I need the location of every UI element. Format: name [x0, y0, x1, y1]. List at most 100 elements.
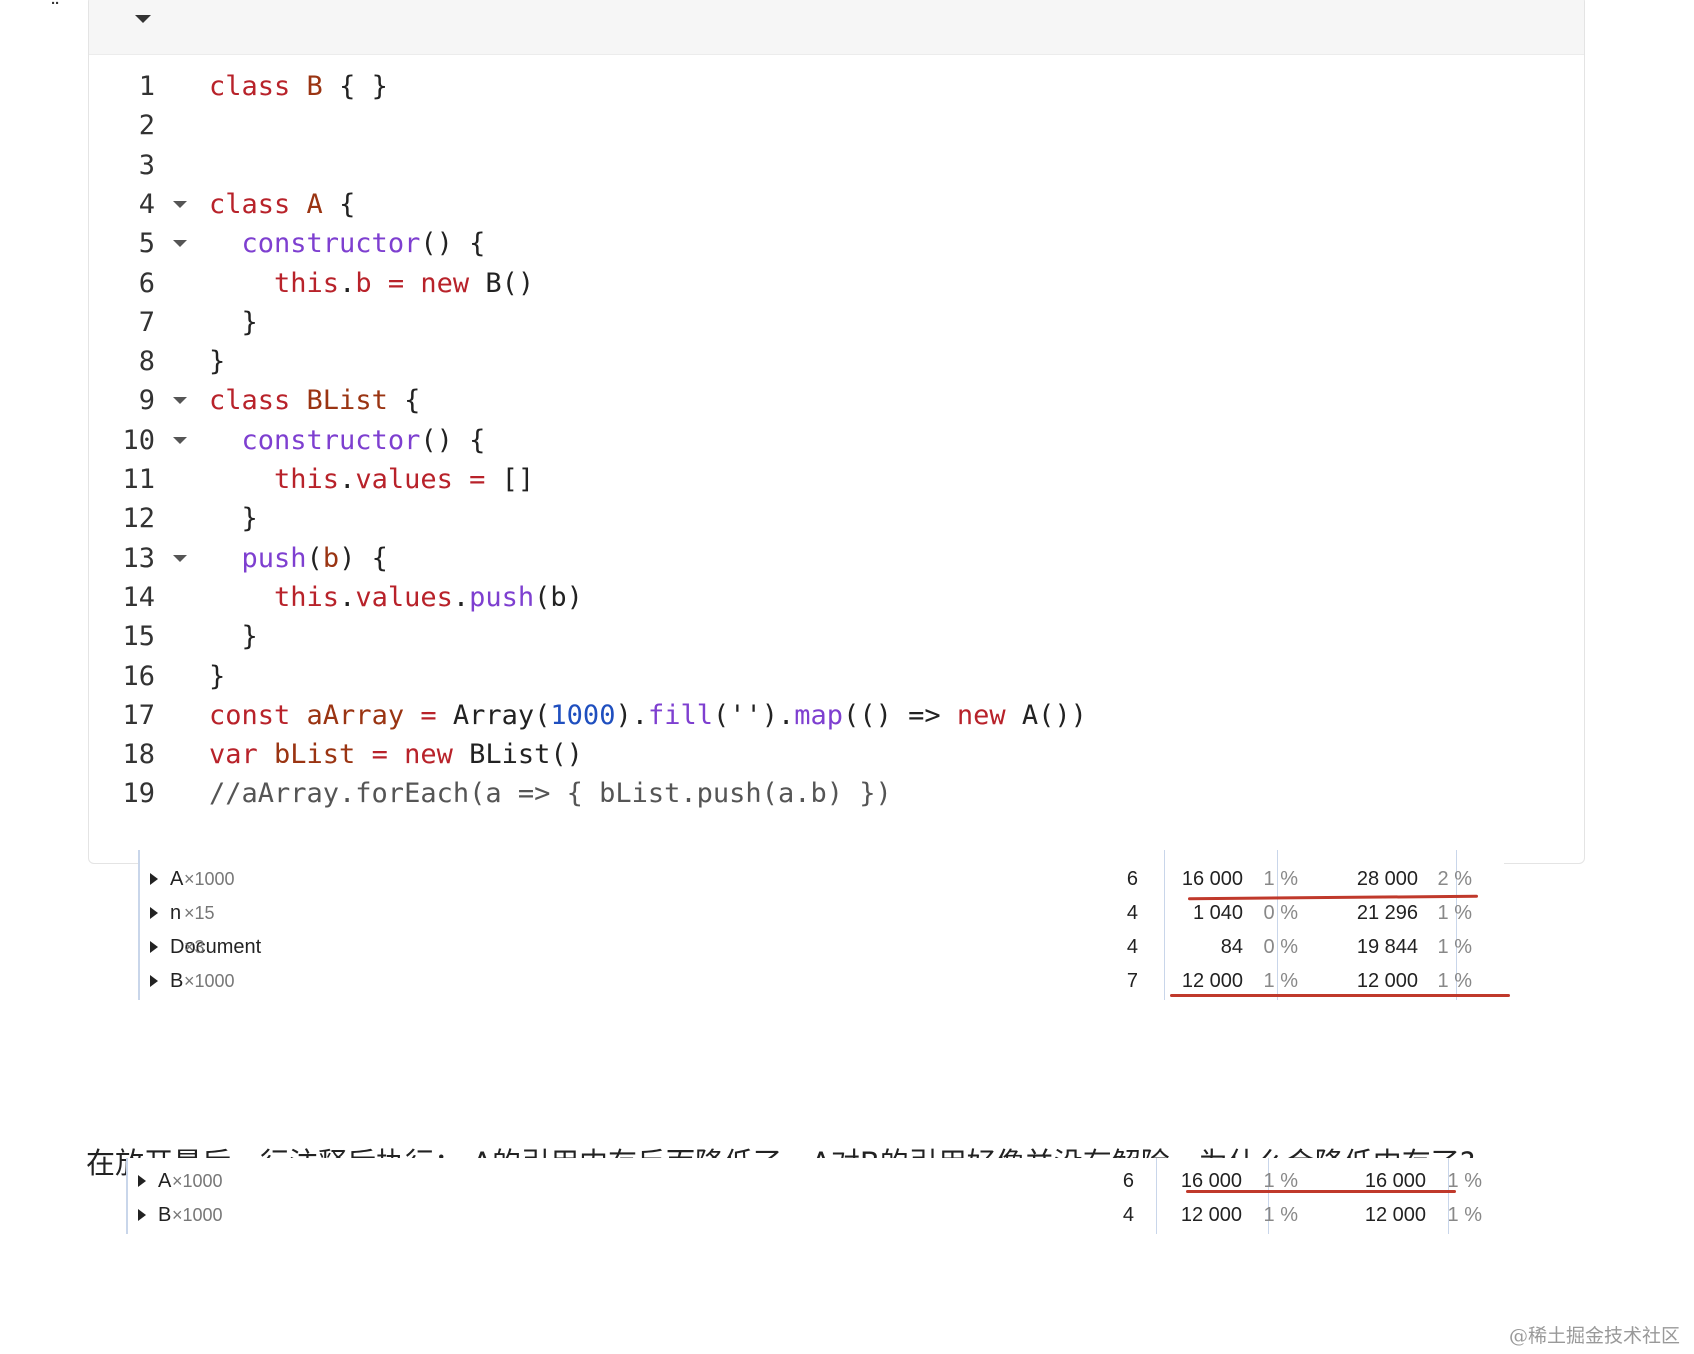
retained-size: 19 844 [1356, 936, 1418, 958]
code-text: } [209, 617, 258, 657]
code-line[interactable]: 6 this.b = new B() [89, 264, 1584, 304]
code-line[interactable]: 3 [89, 146, 1584, 186]
code-line[interactable]: 13 push(b) { [89, 539, 1584, 579]
code-token: push [469, 581, 535, 613]
code-token: const [209, 699, 307, 731]
code-token: b [355, 267, 372, 299]
fold-arrow-icon[interactable] [173, 200, 187, 208]
code-token: fill [647, 699, 713, 731]
code-text: var bList = new BList() [209, 735, 583, 775]
fold-arrow-icon[interactable] [173, 397, 187, 405]
code-line[interactable]: 4 class A { [89, 185, 1584, 225]
line-number: 13 [122, 542, 155, 574]
retained-percent: 1 % [1447, 1204, 1482, 1226]
distance-value: 4 [1126, 936, 1138, 958]
code-line[interactable]: 10 constructor() { [89, 421, 1584, 461]
shallow-percent: 0 % [1263, 902, 1298, 924]
heap-row[interactable]: A ×1000 6 16 000 1 % 16 000 1 % [126, 1164, 1504, 1199]
instance-count: ×1000 [172, 1171, 223, 1191]
fold-arrow-icon[interactable] [173, 554, 187, 562]
code-line[interactable]: 15 } [89, 617, 1584, 657]
constructor-name: B [158, 1204, 172, 1226]
code-line[interactable]: 8} [89, 342, 1584, 382]
code-token: (() => [843, 699, 957, 731]
line-number: 9 [138, 385, 155, 417]
code-token: . [339, 464, 356, 495]
code-line[interactable]: 1 class B { } [89, 67, 1584, 107]
code-token: { [322, 188, 356, 220]
code-line[interactable]: 2 [89, 106, 1584, 146]
caret-down-icon[interactable] [135, 15, 151, 23]
retained-size: 28 000 [1356, 868, 1418, 890]
code-token: constructor [241, 424, 421, 456]
shallow-size: 16 000 [1181, 868, 1243, 890]
code-token: 1000 [550, 699, 616, 731]
shallow-percent: 0 % [1263, 936, 1298, 958]
code-line[interactable]: 11 this.values = [] [89, 460, 1584, 500]
code-line[interactable]: 9 class BList { [89, 381, 1584, 421]
code-token: BList [306, 385, 388, 417]
drag-handle-icon[interactable]: ⠿ [50, 0, 66, 8]
retained-size: 16 000 [1364, 1170, 1426, 1192]
code-token: class [209, 188, 307, 220]
code-text: class BList { [209, 381, 420, 421]
line-number: 18 [122, 739, 155, 771]
retained-percent: 1 % [1447, 1170, 1482, 1192]
shallow-percent: 1 % [1263, 1204, 1298, 1226]
code-token: } [209, 503, 258, 535]
code-token: //aArray.forEach(a => { bList.push(a.b) … [209, 778, 892, 810]
code-token: map [794, 699, 844, 731]
code-token: } [209, 346, 226, 378]
code-line[interactable]: 19 //aArray.forEach(a => { bList.push(a.b… [89, 774, 1584, 814]
code-token: = [452, 464, 502, 495]
code-token: B [306, 71, 323, 102]
fold-arrow-icon[interactable] [173, 436, 187, 444]
code-token: new [420, 267, 470, 299]
line-number: 6 [138, 267, 155, 299]
code-line[interactable]: 16} [89, 657, 1584, 697]
expand-triangle-icon[interactable] [150, 873, 158, 885]
code-token: Array( [452, 699, 551, 731]
code-line[interactable]: 18 var bList = new BList() [89, 735, 1584, 775]
code-text: this.values.push(b) [209, 578, 583, 618]
line-number: 19 [122, 778, 155, 810]
line-number: 8 [138, 346, 155, 378]
code-text: this.values = [] [209, 460, 534, 500]
expand-triangle-icon[interactable] [150, 907, 158, 919]
code-line[interactable]: 5 constructor() { [89, 224, 1584, 264]
code-line[interactable]: 17 const aArray = Array(1000).fill('').ma… [89, 696, 1584, 736]
heap-row[interactable]: Document ×3 4 84 0 % 19 844 1 % [138, 930, 1504, 965]
code-line[interactable]: 14 this.values.push(b) [89, 578, 1584, 618]
code-token: b [322, 542, 340, 574]
code-token: aArray [306, 699, 405, 731]
code-token: = [371, 267, 421, 299]
heap-row[interactable]: A ×1000 6 16 000 1 % 28 000 2 % [138, 862, 1504, 897]
code-text: constructor() { [209, 224, 486, 264]
fold-arrow-icon[interactable] [173, 240, 187, 248]
shallow-percent: 1 % [1263, 868, 1298, 890]
constructor-name: B [170, 970, 184, 992]
line-number: 3 [138, 149, 155, 181]
heap-row[interactable]: B ×1000 4 12 000 1 % 12 000 1 % [126, 1198, 1504, 1233]
code-token: this [274, 267, 340, 299]
line-number: 7 [138, 306, 155, 338]
expand-triangle-icon[interactable] [138, 1209, 146, 1221]
line-number: 15 [122, 621, 155, 653]
heap-row[interactable]: n ×15 4 1 040 0 % 21 296 1 % [138, 896, 1504, 931]
code-line[interactable]: 7 } [89, 303, 1584, 343]
instance-count: ×3 [184, 937, 205, 957]
code-token: this [274, 464, 340, 495]
constructor-name: A [158, 1170, 172, 1192]
retained-percent: 1 % [1437, 936, 1472, 958]
expand-triangle-icon[interactable] [150, 975, 158, 987]
code-line[interactable]: 12 } [89, 499, 1584, 539]
code-text: this.b = new B() [209, 264, 534, 304]
expand-triangle-icon[interactable] [138, 1175, 146, 1187]
code-token: = [404, 699, 453, 731]
expand-triangle-icon[interactable] [150, 941, 158, 953]
code-text: class B { } [209, 67, 388, 107]
